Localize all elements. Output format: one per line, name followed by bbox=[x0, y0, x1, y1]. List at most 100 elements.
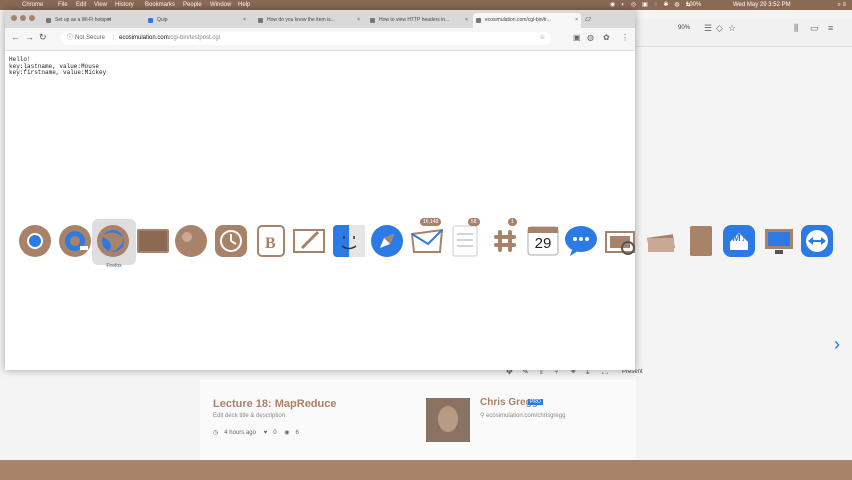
menu-chrome[interactable]: Chrome bbox=[22, 0, 43, 10]
tab-favicon-icon bbox=[370, 18, 375, 23]
url-domain: ecosimulation.com bbox=[119, 35, 169, 41]
author-url: ecosimulation.com/chrisgregg bbox=[486, 413, 566, 419]
chrome-icon bbox=[19, 225, 51, 257]
url-path: /cgi-bin/testpost.cgi bbox=[168, 35, 221, 41]
sphere-icon bbox=[175, 225, 207, 257]
close-window-button[interactable] bbox=[11, 15, 17, 21]
app-notes[interactable]: 58 bbox=[448, 218, 482, 258]
eye-icon: ◉ bbox=[284, 430, 290, 436]
zoom-window-button[interactable] bbox=[29, 15, 35, 21]
bookmark-star-icon[interactable]: ☆ bbox=[540, 32, 545, 45]
address-separator: | bbox=[113, 35, 115, 41]
author-avatar[interactable] bbox=[426, 398, 470, 442]
deck-title[interactable]: Lecture 18: MapReduce bbox=[213, 398, 336, 410]
clock-icon: ◷ bbox=[213, 430, 219, 436]
security-label: Not Secure bbox=[75, 35, 106, 41]
photos-icon bbox=[647, 234, 675, 252]
tab-http-headers[interactable]: How to view HTTP headers in... × bbox=[367, 13, 471, 28]
extension-icon[interactable]: ◍ bbox=[587, 33, 594, 42]
extension2-icon[interactable]: ✿ bbox=[603, 33, 610, 42]
app-bbedit[interactable]: B bbox=[254, 224, 288, 258]
teamviewer-icon bbox=[801, 225, 833, 257]
chrome-window: Set up as a Wi-Fi hotspot × Quip × How do … bbox=[5, 10, 635, 370]
app-preview[interactable] bbox=[604, 224, 638, 258]
close-tab-icon[interactable]: × bbox=[107, 13, 110, 28]
menu-help[interactable]: Help bbox=[238, 0, 250, 10]
pro-badge: PRO bbox=[528, 399, 543, 405]
close-tab-icon[interactable]: × bbox=[575, 13, 578, 28]
slack-icon bbox=[494, 230, 516, 252]
app-photos-stack[interactable] bbox=[644, 224, 678, 258]
address-bar[interactable]: ⓘ Not Secure | ecosimulation.com/cgi-bin… bbox=[61, 32, 551, 45]
notebook-icon bbox=[690, 226, 712, 256]
battery-status[interactable]: 100% bbox=[686, 0, 701, 10]
background-toolbar: 90% ☰ ◇ ☆ ⫼ ▭ ≡ bbox=[634, 18, 852, 47]
close-tab-icon[interactable]: × bbox=[357, 13, 360, 28]
finder-icon bbox=[333, 225, 365, 257]
page-content: Hello! key:lastname, value:Mouse key:fir… bbox=[5, 51, 643, 83]
tab-hotspot[interactable]: Set up as a Wi-Fi hotspot × bbox=[43, 13, 113, 28]
deck-meta: ◷ 4 hours ago ♥ 0 ◉ 6 bbox=[213, 429, 305, 436]
reload-icon[interactable]: ↻ bbox=[39, 32, 47, 43]
deck-description[interactable]: Edit deck title & description bbox=[213, 413, 285, 419]
menu-people[interactable]: People bbox=[183, 0, 202, 10]
app-time-machine[interactable] bbox=[214, 224, 248, 258]
app-slack[interactable]: 1 bbox=[488, 218, 522, 258]
spotlight-icon[interactable]: ⌕ ≡ bbox=[837, 0, 846, 10]
app-quicktime[interactable] bbox=[58, 224, 92, 258]
deck-likes: 0 bbox=[273, 430, 277, 436]
tab-favicon-icon bbox=[476, 18, 481, 23]
reader-icon[interactable]: ☰ bbox=[704, 23, 712, 34]
app-finder[interactable] bbox=[332, 224, 366, 258]
menu-edit[interactable]: Edit bbox=[76, 0, 86, 10]
menu-view[interactable]: View bbox=[94, 0, 107, 10]
app-messages[interactable] bbox=[564, 224, 598, 258]
chrome-menu-icon[interactable]: ⋮ bbox=[621, 33, 629, 42]
sidebar-icon[interactable]: ▭ bbox=[810, 23, 819, 34]
tab-favicon-icon bbox=[46, 18, 51, 23]
app-safari[interactable] bbox=[370, 224, 404, 258]
forward-icon[interactable]: → bbox=[25, 32, 34, 42]
tab-testpost[interactable]: ecosimulation.com/cgi-bin/tr... × bbox=[473, 13, 581, 28]
app-teamviewer[interactable] bbox=[800, 224, 834, 258]
deck-views: 6 bbox=[295, 430, 299, 436]
menu-bookmarks[interactable]: Bookmarks bbox=[145, 0, 175, 10]
app-home[interactable]: M↓ bbox=[722, 224, 756, 258]
info-icon[interactable]: ⓘ bbox=[67, 32, 73, 45]
app-sphere[interactable] bbox=[174, 224, 208, 258]
tab-quip[interactable]: Quip × bbox=[145, 13, 249, 28]
app-notebook[interactable] bbox=[684, 224, 718, 258]
zoom-level[interactable]: 90% bbox=[678, 25, 690, 31]
firefox-icon bbox=[97, 225, 129, 257]
back-icon[interactable]: ← bbox=[11, 32, 20, 42]
new-tab-icon[interactable]: ▱ bbox=[585, 14, 591, 23]
content-line: key:firstname, value:Mickey bbox=[9, 69, 107, 76]
app-sketch[interactable] bbox=[292, 224, 326, 258]
heart-icon[interactable]: ♥ bbox=[264, 430, 268, 436]
status-icons[interactable]: ◉◐◎▣◌✱◍⇆ bbox=[610, 0, 697, 10]
app-calendar[interactable]: 29 bbox=[526, 224, 560, 258]
preview-icon bbox=[605, 231, 635, 255]
app-chrome[interactable] bbox=[18, 224, 52, 258]
library-icon[interactable]: ⫼ bbox=[794, 23, 798, 34]
app-screen-sharing[interactable] bbox=[762, 224, 796, 258]
author-link[interactable]: ⚲ ecosimulation.com/chrisgregg bbox=[480, 412, 565, 419]
app-mail[interactable]: 16,148 bbox=[410, 218, 444, 258]
menu-file[interactable]: File bbox=[58, 0, 68, 10]
pocket-icon[interactable]: ◇ bbox=[716, 23, 723, 34]
slack-badge: 1 bbox=[508, 218, 517, 226]
menubar-clock[interactable]: Wed May 29 3:52 PM bbox=[733, 0, 791, 10]
tab-stackoverflow[interactable]: How do you know the item is... × bbox=[255, 13, 363, 28]
close-tab-icon[interactable]: × bbox=[243, 13, 246, 28]
bookmark-star-icon[interactable]: ☆ bbox=[728, 23, 736, 34]
cast-icon[interactable]: ▣ bbox=[573, 33, 581, 42]
minimize-window-button[interactable] bbox=[20, 15, 26, 21]
app-terminal[interactable] bbox=[136, 224, 170, 258]
hamburger-menu-icon[interactable]: ≡ bbox=[828, 23, 833, 33]
bbedit-icon: B bbox=[257, 225, 285, 257]
menu-history[interactable]: History bbox=[115, 0, 134, 10]
menu-window[interactable]: Window bbox=[210, 0, 231, 10]
close-tab-icon[interactable]: × bbox=[465, 13, 468, 28]
next-slide-arrow-icon[interactable]: › bbox=[834, 334, 840, 355]
app-firefox[interactable] bbox=[96, 224, 130, 258]
